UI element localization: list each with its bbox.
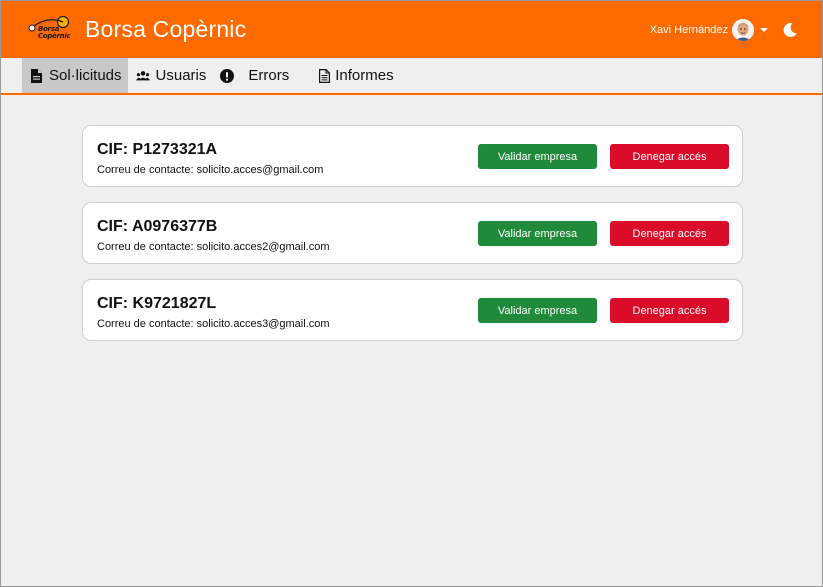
user-area: Xavi Hernández [650, 1, 798, 58]
avatar[interactable] [732, 18, 754, 41]
tab-informes-label: Informes [335, 67, 394, 84]
request-email: Correu de contacte: solicito.acces@gmail… [97, 164, 324, 176]
tab-usuaris[interactable]: Usuaris [128, 58, 213, 93]
request-cif: CIF: A0976377B [97, 218, 218, 235]
request-email: Correu de contacte: solicito.acces3@gmai… [97, 318, 330, 330]
users-icon [135, 69, 150, 83]
user-name[interactable]: Xavi Hernández [650, 24, 728, 36]
validate-company-button[interactable]: Validar empresa [478, 221, 597, 246]
validate-company-button[interactable]: Validar empresa [478, 298, 597, 323]
chevron-down-icon[interactable] [760, 27, 768, 32]
logo-text: Borsa Copèrnic [38, 25, 71, 40]
tab-usuaris-label: Usuaris [155, 67, 207, 84]
request-card: CIF: P1273321A Correu de contacte: solic… [82, 125, 743, 187]
moon-icon[interactable] [782, 22, 798, 38]
request-email: Correu de contacte: solicito.acces2@gmai… [97, 241, 330, 253]
document-icon [29, 68, 43, 83]
tab-errors-label: Errors [248, 67, 290, 84]
user-avatar-icon [732, 18, 754, 41]
request-card: CIF: A0976377B Correu de contacte: solic… [82, 202, 743, 264]
tab-informes[interactable]: Informes [295, 58, 399, 93]
request-card: CIF: K9721827L Correu de contacte: solic… [82, 279, 743, 341]
request-cif: CIF: K9721827L [97, 295, 217, 312]
deny-access-button[interactable]: Denegar accés [610, 144, 729, 169]
tab-errors[interactable]: Errors [212, 58, 295, 93]
report-icon [317, 68, 331, 83]
main-nav: Sol·licituds Usuaris Errors Informes [1, 58, 822, 95]
tab-sollicituds[interactable]: Sol·licituds [22, 58, 128, 93]
deny-access-button[interactable]: Denegar accés [610, 298, 729, 323]
exclamation-circle-icon [220, 68, 235, 83]
logo-text-line2: Copèrnic [38, 31, 71, 40]
validate-company-button[interactable]: Validar empresa [478, 144, 597, 169]
top-header: Borsa Copèrnic Borsa Copèrnic Xavi Herná… [1, 1, 822, 58]
app-title: Borsa Copèrnic [85, 16, 247, 42]
deny-access-button[interactable]: Denegar accés [610, 221, 729, 246]
borsa-copernic-logo[interactable]: Borsa Copèrnic [26, 14, 71, 46]
request-cif: CIF: P1273321A [97, 141, 218, 158]
tab-sollicituds-label: Sol·licituds [49, 67, 122, 84]
requests-list: CIF: P1273321A Correu de contacte: solic… [1, 95, 822, 341]
app-window: Borsa Copèrnic Borsa Copèrnic Xavi Herná… [0, 0, 823, 587]
